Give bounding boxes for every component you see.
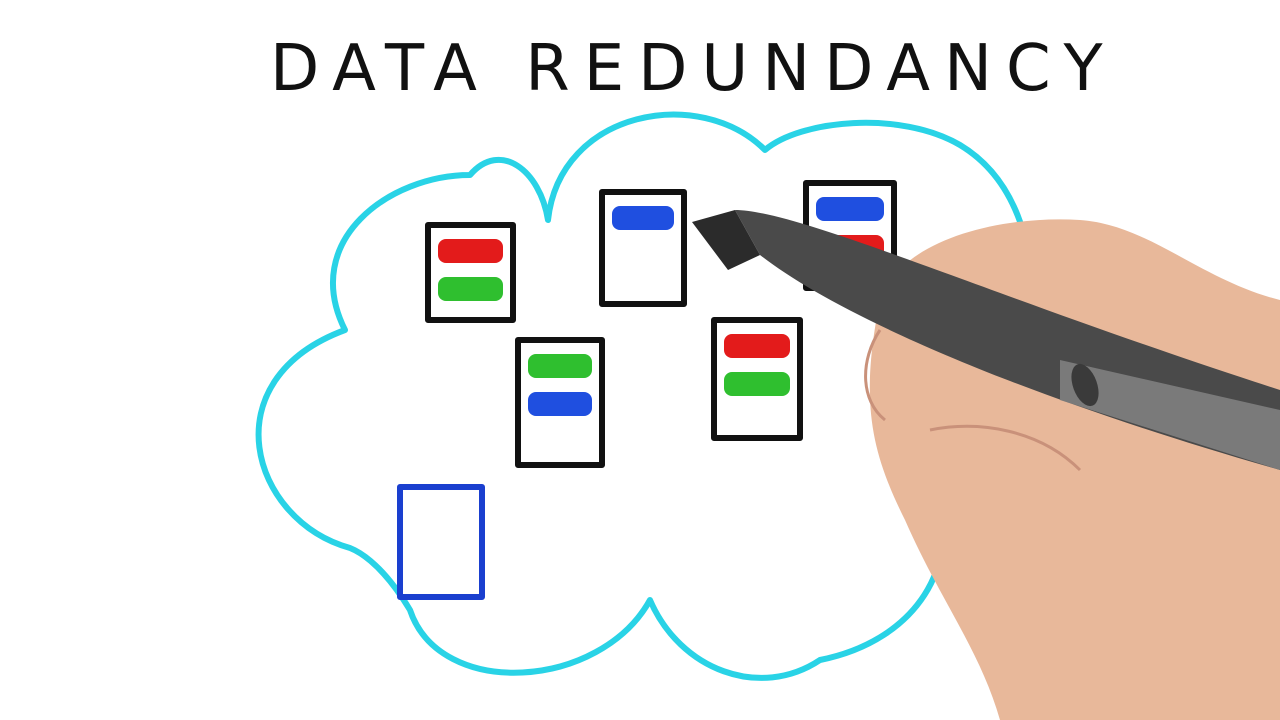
server-node-6: [397, 484, 485, 600]
data-block-blue: [528, 392, 592, 416]
data-block-red: [724, 334, 790, 358]
data-block-red: [438, 239, 503, 263]
data-block-green: [438, 277, 503, 301]
server-node-5: [711, 317, 803, 441]
data-block-green: [528, 354, 592, 378]
server-node-1: [425, 222, 516, 323]
server-node-2: [599, 189, 687, 307]
diagram-title: DATA REDUNDANCY: [270, 32, 1117, 106]
server-node-4: [515, 337, 605, 468]
data-block-blue: [816, 197, 884, 221]
diagram-canvas: DATA REDUNDANCY: [255, 32, 1280, 720]
data-block-green: [724, 372, 790, 396]
server-box: [397, 484, 485, 600]
data-block-blue: [612, 206, 674, 230]
